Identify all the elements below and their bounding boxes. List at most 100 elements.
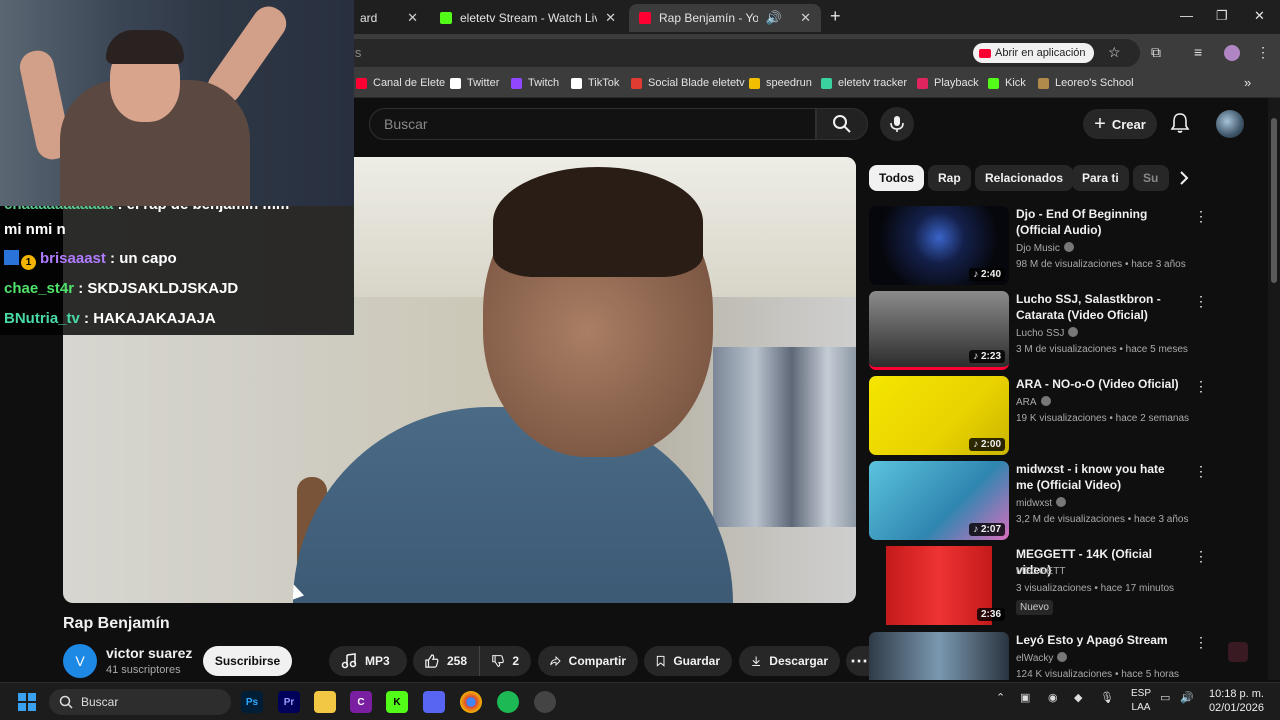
more-options-icon[interactable]: ⋮ (1194, 378, 1208, 395)
recommendation-title[interactable]: Leyó Esto y Apagó Stream (1016, 632, 1181, 648)
more-bookmarks-icon[interactable]: » (1244, 75, 1251, 90)
taskbar-clock[interactable]: 10:18 p. m. 02/01/2026 (1204, 687, 1264, 715)
dislike-button[interactable]: 2 (479, 646, 531, 676)
bookmark-leoreos-school[interactable]: Leoreo's School (1038, 77, 1134, 89)
bookmark-social-blade[interactable]: Social Blade eletetv (631, 77, 745, 89)
tab-youtube-active[interactable]: Rap Benjamín - YouTube 🔊 ✕ (629, 4, 821, 32)
more-options-icon[interactable]: ⋮ (1194, 548, 1208, 565)
bookmark-tiktok[interactable]: TikTok (571, 77, 619, 89)
microphone-icon[interactable]: 🎙 (1100, 691, 1114, 704)
tray-app-icon[interactable]: ▣ (1020, 691, 1030, 704)
speaker-icon[interactable]: 🔊 (766, 10, 782, 26)
recommendation-channel[interactable]: MEGGETT (1016, 566, 1065, 577)
more-options-icon[interactable]: ⋮ (1194, 293, 1208, 310)
windows-start-icon[interactable] (16, 691, 38, 713)
chip-para-ti[interactable]: Para ti (1072, 165, 1129, 191)
kick-icon[interactable]: K (386, 691, 408, 713)
more-options-icon[interactable]: ⋮ (1194, 634, 1208, 651)
recommendation-channel[interactable]: ARA (1016, 396, 1051, 408)
recommendation-item[interactable]: ♪ 2:00 ARA - NO-o-O (Video Oficial) ARA … (869, 376, 1214, 456)
recommendation-item[interactable]: 2:36 MEGGETT - 14K (Oficial video) MEGGE… (869, 546, 1214, 626)
profile-avatar[interactable] (1224, 45, 1240, 61)
bookmark-speedrun[interactable]: speedrun (749, 77, 812, 89)
chips-next-button[interactable] (1176, 170, 1192, 191)
channel-avatar[interactable]: V (63, 644, 97, 678)
obs-icon[interactable] (534, 691, 556, 713)
recommendation-item[interactable]: ♪ 2:07 midwxst - i know you hate me (Off… (869, 461, 1214, 541)
extensions-icon[interactable]: ⧉ (1151, 44, 1161, 61)
security-shield-icon[interactable]: ◆ (1074, 691, 1082, 704)
more-actions-icon[interactable]: ⋯ (846, 646, 870, 676)
close-window-icon[interactable]: ✕ (1254, 8, 1265, 24)
recommendation-channel[interactable]: Lucho SSJ (1016, 327, 1079, 339)
recommendation-item[interactable]: ♪ 2:40 Djo - End Of Beginning (Official … (869, 206, 1214, 286)
scrollbar-thumb[interactable] (1271, 118, 1277, 283)
save-button[interactable]: Guardar (644, 646, 732, 676)
network-icon[interactable]: ▭ (1160, 691, 1170, 704)
account-avatar[interactable] (1216, 110, 1244, 138)
volume-icon[interactable]: 🔊 (1180, 691, 1194, 704)
voice-search-button[interactable] (880, 107, 914, 141)
chip-truncated[interactable]: Su (1133, 165, 1169, 191)
miniplayer-icon[interactable] (1228, 642, 1248, 662)
chip-relacionados[interactable]: Relacionados (975, 165, 1074, 191)
photoshop-icon[interactable]: Ps (241, 691, 263, 713)
bookmark-eletetv-tracker[interactable]: eletetv tracker (821, 77, 907, 89)
more-options-icon[interactable]: ⋮ (1194, 463, 1208, 480)
search-button[interactable] (816, 108, 868, 140)
bookmark-twitch[interactable]: Twitch (511, 77, 559, 89)
page-scrollbar[interactable] (1268, 98, 1280, 680)
download-button[interactable]: Descargar (739, 646, 840, 676)
close-tab-icon[interactable]: ✕ (407, 10, 418, 26)
premiere-icon[interactable]: Pr (278, 691, 300, 713)
close-tab-icon[interactable]: ✕ (605, 10, 616, 26)
maximize-icon[interactable]: ❐ (1216, 8, 1228, 24)
file-explorer-icon[interactable] (314, 691, 336, 713)
notifications-button[interactable] (1170, 112, 1190, 139)
recommendation-title[interactable]: midwxst - i know you hate me (Official V… (1016, 461, 1181, 493)
spotify-icon[interactable] (497, 691, 519, 713)
video-thumbnail[interactable]: ♪ 2:00 (869, 376, 1009, 455)
minimize-icon[interactable]: — (1180, 8, 1193, 23)
tray-chevron-up-icon[interactable]: ⌃ (996, 691, 1005, 704)
menu-icon[interactable]: ⋮ (1256, 44, 1270, 61)
recommendation-channel[interactable]: Djo Music (1016, 242, 1074, 254)
steam-icon[interactable]: ◉ (1048, 691, 1058, 704)
taskbar-search-input[interactable]: Buscar (49, 689, 231, 715)
bookmark-canal-de-elete[interactable]: Canal de Elete (356, 77, 445, 89)
chrome-icon[interactable] (460, 691, 482, 713)
bookmark-playback[interactable]: Playback (917, 77, 979, 89)
close-tab-icon[interactable]: ✕ (800, 10, 811, 26)
video-thumbnail[interactable]: ♪ 2:40 (869, 206, 1009, 285)
input-language[interactable]: ESP LAA (1128, 687, 1154, 715)
open-in-app-button[interactable]: Abrir en aplicación (973, 43, 1094, 63)
channel-name[interactable]: victor suarez (106, 645, 192, 661)
bookmark-kick[interactable]: Kick (988, 77, 1026, 89)
recommendation-title[interactable]: Lucho SSJ, Salastkbron - Catarata (Video… (1016, 291, 1181, 323)
tab-dashboard[interactable]: ard ✕ (350, 4, 428, 32)
bookmark-star-icon[interactable]: ☆ (1108, 44, 1121, 61)
search-input[interactable]: Buscar (369, 108, 816, 140)
recommendation-title[interactable]: ARA - NO-o-O (Video Oficial) (1016, 376, 1181, 392)
create-button[interactable]: + Crear (1083, 109, 1157, 139)
chip-rap[interactable]: Rap (928, 165, 971, 191)
more-options-icon[interactable]: ⋮ (1194, 208, 1208, 225)
video-thumbnail[interactable]: 2:36 (869, 546, 1009, 625)
mp3-button[interactable]: MP3 (329, 646, 407, 676)
recommendation-title[interactable]: Djo - End Of Beginning (Official Audio) (1016, 206, 1181, 238)
discord-icon[interactable] (423, 691, 445, 713)
recommendation-channel[interactable]: elWacky (1016, 652, 1068, 664)
subscribe-button[interactable]: Suscribirse (203, 646, 292, 676)
chip-todos[interactable]: Todos (869, 165, 925, 191)
video-thumbnail[interactable]: ♪ 2:23 (869, 291, 1009, 370)
recommendation-channel[interactable]: midwxst (1016, 497, 1067, 509)
share-button[interactable]: Compartir (538, 646, 638, 676)
recommendation-item[interactable]: Leyó Esto y Apagó Stream elWacky 124 K v… (869, 632, 1214, 680)
video-thumbnail[interactable]: ♪ 2:07 (869, 461, 1009, 540)
media-control-icon[interactable]: ≡ (1194, 44, 1202, 60)
tab-kick-stream[interactable]: eletetv Stream - Watch Live on ✕ (430, 4, 626, 32)
canva-icon[interactable]: C (350, 691, 372, 713)
bookmark-twitter[interactable]: Twitter (450, 77, 499, 89)
new-tab-button[interactable]: + (830, 6, 841, 27)
like-button[interactable]: 258 (413, 646, 479, 676)
